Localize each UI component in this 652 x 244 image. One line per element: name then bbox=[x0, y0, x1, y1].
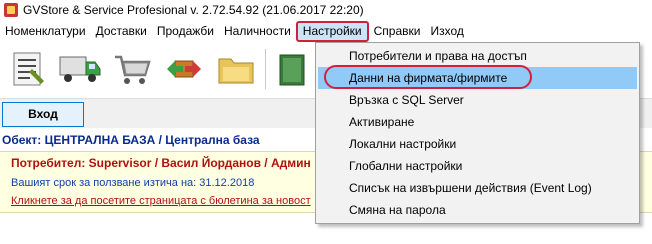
folder-icon[interactable] bbox=[211, 46, 261, 92]
menu-item-local-settings[interactable]: Локални настройки bbox=[318, 133, 637, 155]
book-icon[interactable] bbox=[268, 46, 318, 92]
menu-item-activation[interactable]: Активиране bbox=[318, 111, 637, 133]
menu-item-global-settings[interactable]: Глобални настройки bbox=[318, 155, 637, 177]
menu-item-event-log[interactable]: Списък на извършени действия (Event Log) bbox=[318, 177, 637, 199]
menu-stock[interactable]: Наличности bbox=[219, 21, 296, 42]
menu-reports[interactable]: Справки bbox=[369, 21, 426, 42]
news-bulletin-link[interactable]: Кликнете за да посетите страницата с бюл… bbox=[11, 195, 311, 207]
annotation-highlight-ring bbox=[324, 65, 532, 89]
menu-settings[interactable]: Настройки bbox=[295, 21, 369, 42]
menu-item-sql-server-connection[interactable]: Връзка с SQL Server bbox=[318, 89, 637, 111]
settings-dropdown-menu: Потребители и права на достъп Данни на ф… bbox=[315, 42, 640, 224]
delivery-truck-icon[interactable] bbox=[55, 46, 105, 92]
menu-exit[interactable]: Изход bbox=[425, 21, 468, 42]
menu-bar: Номенклатури Доставки Продажби Наличност… bbox=[0, 21, 652, 42]
menu-deliveries[interactable]: Доставки bbox=[91, 21, 152, 42]
menu-sales[interactable]: Продажби bbox=[152, 21, 219, 42]
app-logo-icon bbox=[4, 3, 18, 17]
menu-item-change-password[interactable]: Смяна на парола bbox=[318, 199, 637, 221]
window-title: GVStore & Service Profesional v. 2.72.54… bbox=[23, 3, 364, 17]
return-arrows-icon[interactable] bbox=[159, 46, 209, 92]
menu-item-users-permissions[interactable]: Потребители и права на достъп bbox=[318, 45, 637, 67]
shopping-cart-icon[interactable] bbox=[107, 46, 157, 92]
title-bar: GVStore & Service Profesional v. 2.72.54… bbox=[0, 0, 652, 20]
login-button[interactable]: Вход bbox=[2, 102, 84, 127]
toolbar-separator bbox=[265, 49, 266, 89]
menu-nomenclatures[interactable]: Номенклатури bbox=[0, 21, 91, 42]
user-info: Потребител: Supervisor / Васил Йорданов … bbox=[11, 156, 311, 170]
document-list-icon[interactable] bbox=[3, 46, 53, 92]
expiry-notice: Вашият срок за ползване изтича на: 31.12… bbox=[11, 177, 255, 189]
